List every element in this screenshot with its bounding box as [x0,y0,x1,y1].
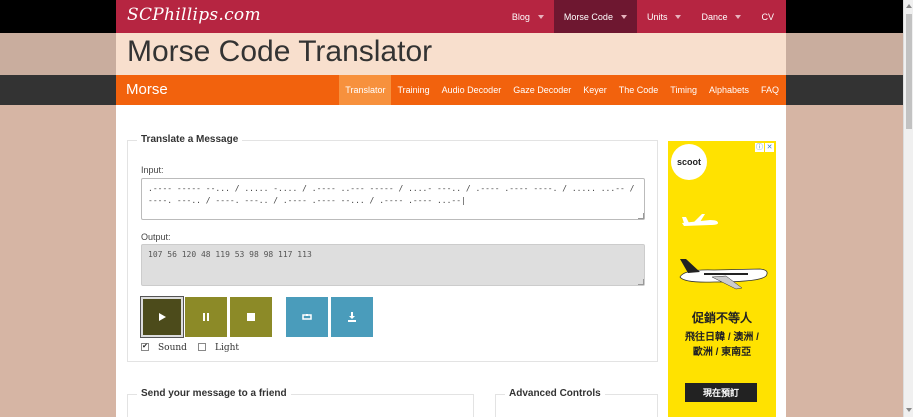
advanced-legend: Advanced Controls [505,388,605,399]
subnav-the-code[interactable]: The Code [613,75,665,105]
subnav-audio-decoder[interactable]: Audio Decoder [436,75,508,105]
ad-line-1: 飛往日韓 / 澳洲 / [685,332,759,343]
chevron-down-icon [675,14,682,19]
loop-button[interactable] [286,297,328,337]
scroll-down-arrow-icon[interactable] [906,408,912,412]
sound-checkbox[interactable]: ✔ [141,343,149,351]
input-label: Input: [141,165,164,175]
top-bar: SCPhillips.com Blog Morse Code Units Dan… [0,0,913,33]
output-label: Output: [141,232,171,242]
topnav-dance[interactable]: Dance [691,0,751,33]
page-title: Morse Code Translator [127,35,433,68]
light-checkbox[interactable] [198,343,206,351]
play-icon [159,313,166,321]
sub-nav-bar: Morse Translator Training Audio Decoder … [0,75,913,105]
subnav-translator[interactable]: Translator [339,75,392,105]
info-icon[interactable]: ⓘ [755,143,764,152]
ad-choices[interactable]: ⓘ ✕ [755,143,774,152]
topnav-dance-label: Dance [701,11,728,22]
ad-headline: 促銷不等人 [691,311,752,325]
ad-line-2: 歐洲 / 東南亞 [692,347,752,358]
airplane-illustration [679,259,768,290]
site-logo[interactable]: SCPhillips.com [127,5,261,25]
topnav-morse-code[interactable]: Morse Code [553,0,637,33]
title-band: Morse Code Translator [0,33,913,75]
sub-nav-inner: Morse Translator Training Audio Decoder … [116,75,786,105]
ad-banner[interactable]: ⓘ ✕ scoot 促銷不等人 飛往日韓 / 澳洲 / 歐洲 / 東南亞 現在預… [668,141,776,417]
stop-button[interactable] [230,297,272,337]
resize-handle-icon[interactable] [638,213,644,219]
play-button[interactable] [140,296,184,338]
subnav-keyer[interactable]: Keyer [577,75,613,105]
pause-button[interactable] [185,297,227,337]
ad-cta-button[interactable]: 現在預訂 [685,383,757,402]
topnav-units-label: Units [646,11,668,22]
subnav-alphabets[interactable]: Alphabets [703,75,755,105]
scroll-up-arrow-icon[interactable] [906,4,912,8]
scroll-thumb[interactable] [906,14,912,129]
subnav-gaze-decoder[interactable]: Gaze Decoder [507,75,577,105]
top-nav: Blog Morse Code Units Dance CV [502,0,786,33]
translate-legend: Translate a Message [137,134,243,145]
pause-icon [203,313,209,321]
main-content: Translate a Message Input: .---- ----- -… [116,105,786,417]
send-panel: Send your message to a friend [127,388,474,417]
title-band-inner: Morse Code Translator [116,33,786,75]
close-icon[interactable]: ✕ [765,143,774,152]
chevron-down-icon [537,14,544,19]
check-icon: ✔ [142,343,148,350]
scoot-logo: scoot [671,144,707,180]
light-label: Light [215,343,240,353]
vertical-scrollbar[interactable] [903,0,913,417]
input-textarea[interactable]: .---- ----- --... / ..... -.... / .---- … [141,178,645,220]
topnav-morse-code-label: Morse Code [563,11,613,22]
topnav-blog-label: Blog [511,11,530,22]
download-button[interactable] [331,297,373,337]
sound-label: Sound [158,343,187,353]
resize-handle-icon[interactable] [638,279,644,285]
advanced-panel: Advanced Controls [495,388,658,417]
send-legend: Send your message to a friend [137,388,291,399]
subnav-training[interactable]: Training [391,75,435,105]
stop-icon [247,313,255,321]
topnav-units[interactable]: Units [637,0,692,33]
section-title[interactable]: Morse [126,81,168,98]
top-nav-bar: SCPhillips.com Blog Morse Code Units Dan… [116,0,786,33]
download-icon [348,312,356,322]
topnav-cv[interactable]: CV [751,0,786,33]
subnav-faq[interactable]: FAQ [755,75,786,105]
airplane-icon [682,214,718,226]
output-textarea[interactable]: 107 56 120 48 119 53 98 98 117 113 [141,244,645,286]
topnav-blog[interactable]: Blog [502,0,554,33]
translate-panel: Translate a Message Input: .---- ----- -… [127,134,658,362]
repeat-icon [302,314,312,320]
sub-nav: Translator Training Audio Decoder Gaze D… [339,75,786,105]
subnav-timing[interactable]: Timing [664,75,703,105]
chevron-down-icon [735,14,742,19]
topnav-cv-label: CV [761,11,774,22]
chevron-down-icon [620,14,627,19]
